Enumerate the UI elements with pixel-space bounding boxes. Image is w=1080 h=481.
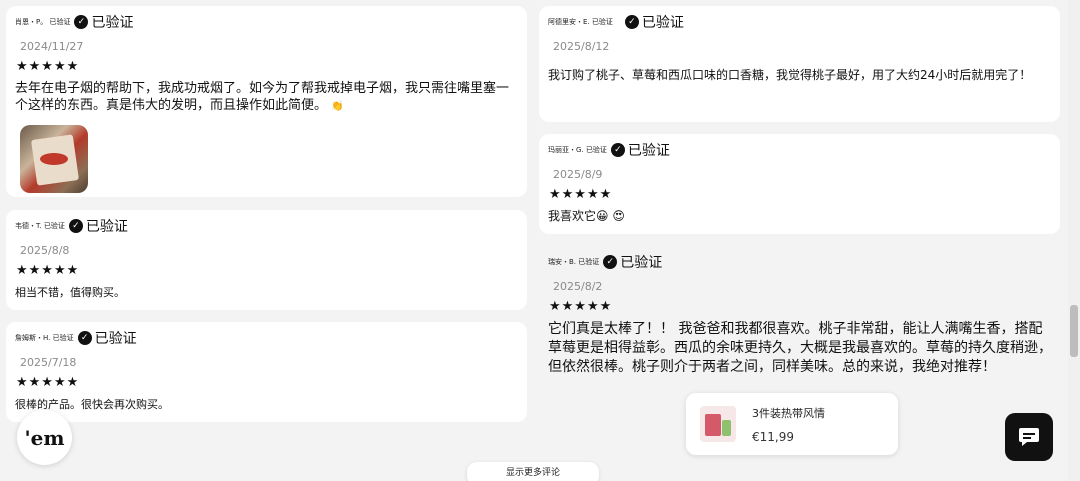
check-circle-icon: ✓ <box>624 15 639 29</box>
review-text: 相当不错，值得购买。 <box>15 286 125 299</box>
star-rating: ★★★★★ <box>549 187 613 202</box>
page-scrollbar[interactable] <box>1068 0 1080 481</box>
reviewer-name: 詹姆斯・H. 已验证 <box>15 334 74 342</box>
review-text: 去年在电子烟的帮助下，我成功戒烟了。如今为了帮我戒掉电子烟，我只需往嘴里塞一个这… <box>15 80 520 115</box>
clap-emoji: 👏 <box>331 101 344 112</box>
reviewer-name: 瑞安・B. 已验证 <box>548 258 600 266</box>
review-card: 瑞安・B. 已验证 ✓ 已验证 2025/8/2 ★★★★★ 它们真是太棒了！！… <box>539 246 1060 386</box>
product-thumbnail <box>700 406 736 442</box>
review-date: 2025/8/12 <box>553 40 610 53</box>
verified-label: 已验证 <box>627 143 670 159</box>
review-header: 瑞安・B. 已验证 ✓ 已验证 <box>548 252 1051 272</box>
verified-label: 已验证 <box>85 219 128 235</box>
cart-product-title: 3件装热带风情 <box>752 406 825 420</box>
review-card: 韦德・T. 已验证 ✓ 已验证 2025/8/8 ★★★★★ 相当不错，值得购买… <box>6 210 527 310</box>
review-header: 阿德里安・E. 已验证 ✓ 已验证 <box>548 12 1051 32</box>
brand-logo-button[interactable]: 'em <box>17 410 72 465</box>
verified-label: 已验证 <box>641 15 684 31</box>
check-circle-icon: ✓ <box>603 255 618 269</box>
star-rating: ★★★★★ <box>549 299 613 314</box>
review-header: 韦德・T. 已验证 ✓ 已验证 <box>15 216 518 236</box>
review-header: 玛丽亚・G. 已验证 ✓ 已验证 <box>548 140 1051 160</box>
verified-label: 已验证 <box>620 255 663 271</box>
review-header: 詹姆斯・H. 已验证 ✓ 已验证 <box>15 328 518 348</box>
reviewer-name: 阿德里安・E. 已验证 <box>548 18 613 26</box>
star-rating: ★★★★★ <box>16 263 80 278</box>
review-text: 我订购了桃子、草莓和西瓜口味的口香糖，我觉得桃子最好，用了大约24小时后就用完了… <box>548 68 1032 82</box>
reviewer-name: 玛丽亚・G. 已验证 <box>548 146 607 154</box>
reviewer-name: 韦德・T. 已验证 <box>15 222 65 230</box>
review-card: 玛丽亚・G. 已验证 ✓ 已验证 2025/8/9 ★★★★★ 我喜欢它😀 😍 <box>539 134 1060 234</box>
check-circle-icon: ✓ <box>68 219 83 233</box>
review-card: 阿德里安・E. 已验证 ✓ 已验证 2025/8/12 我订购了桃子、草莓和西瓜… <box>539 6 1060 122</box>
review-date: 2025/8/8 <box>20 244 70 257</box>
star-rating: ★★★★★ <box>16 59 80 74</box>
scrollbar-thumb[interactable] <box>1070 305 1078 357</box>
show-more-reviews-button[interactable]: 显示更多评论 <box>467 462 599 481</box>
review-date: 2025/8/2 <box>553 280 603 293</box>
check-circle-icon: ✓ <box>74 15 89 29</box>
chat-bubble-icon <box>1019 428 1039 446</box>
review-text: 很棒的产品。很快会再次购买。 <box>15 398 169 411</box>
photo-lips <box>40 153 68 165</box>
reviewer-name: 肖恩・P。 已验证 <box>15 18 71 26</box>
sticky-cart-widget[interactable]: 3件装热带风情 €11,99 <box>686 393 898 455</box>
review-text: 它们真是太棒了！！ 我爸爸和我都很喜欢。桃子非常甜，能让人满嘴生香，搭配草莓更是… <box>548 321 1052 375</box>
check-circle-icon: ✓ <box>610 143 625 157</box>
verified-label: 已验证 <box>91 15 134 31</box>
review-date: 2025/8/9 <box>553 168 603 181</box>
check-circle-icon: ✓ <box>77 331 92 345</box>
review-card: 肖恩・P。 已验证 ✓ 已验证 2024/11/27 ★★★★★ 去年在电子烟的… <box>6 6 527 197</box>
review-text-body: 去年在电子烟的帮助下，我成功戒烟了。如今为了帮我戒掉电子烟，我只需往嘴里塞一个这… <box>15 81 510 113</box>
review-date: 2025/7/18 <box>20 356 77 369</box>
chat-button[interactable] <box>1005 413 1053 461</box>
review-text: 我喜欢它😀 😍 <box>548 209 625 223</box>
cart-info: 3件装热带风情 €11,99 <box>752 405 825 444</box>
review-header: 肖恩・P。 已验证 ✓ 已验证 <box>15 12 518 32</box>
star-rating: ★★★★★ <box>16 375 80 390</box>
review-date: 2024/11/27 <box>20 40 84 53</box>
verified-label: 已验证 <box>94 331 137 347</box>
review-photo[interactable] <box>20 125 88 193</box>
review-card: 詹姆斯・H. 已验证 ✓ 已验证 2025/7/18 ★★★★★ 很棒的产品。很… <box>6 322 527 422</box>
cart-product-price: €11,99 <box>752 429 794 444</box>
